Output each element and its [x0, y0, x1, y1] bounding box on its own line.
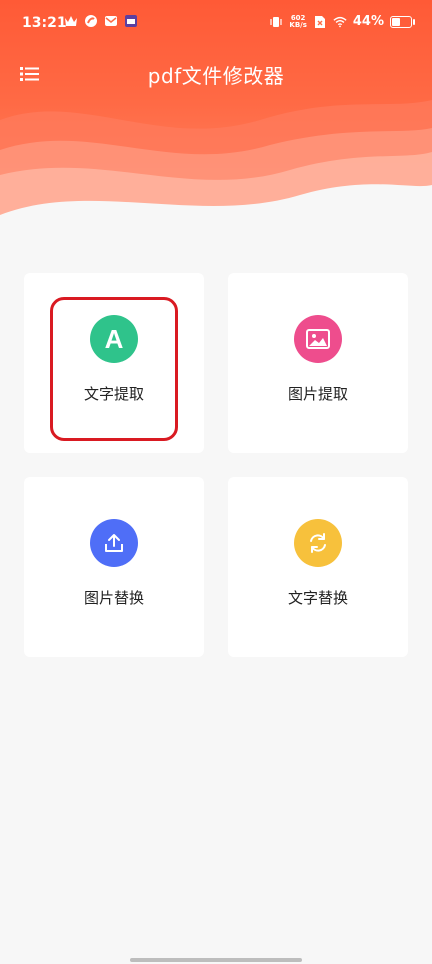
card-image-extract[interactable]: 图片提取: [228, 273, 408, 453]
card-image-replace[interactable]: 图片替换: [24, 477, 204, 657]
app-badge-icon: [124, 14, 138, 28]
page-title: pdf文件修改器: [147, 64, 285, 88]
status-time: 13:21: [22, 15, 67, 31]
sync-icon: [294, 519, 342, 567]
card-label-image-replace: 图片替换: [83, 589, 144, 607]
network-speed: 602 KB/s: [289, 13, 307, 29]
upload-icon: [90, 519, 138, 567]
battery-percentage: 44%: [352, 14, 384, 29]
title-bar: pdf文件修改器: [0, 50, 432, 100]
crown-icon: [64, 14, 78, 28]
card-label-text-replace: 文字替换: [287, 589, 348, 607]
header: 13:21 602 KB/s 44% pdf文件修改器: [0, 0, 432, 230]
no-sim-icon: [313, 15, 327, 29]
vibrate-icon: [269, 15, 283, 29]
home-indicator[interactable]: [130, 958, 302, 962]
app-logo-icon: [84, 14, 98, 28]
mail-icon: [104, 14, 118, 28]
selection-highlight: [50, 297, 178, 441]
image-icon: [294, 315, 342, 363]
battery-icon: [390, 15, 415, 28]
status-bar: 13:21 602 KB/s 44%: [0, 0, 432, 50]
card-label-image-extract: 图片提取: [287, 385, 348, 403]
card-text-replace[interactable]: 文字替换: [228, 477, 408, 657]
wifi-icon: [333, 15, 347, 29]
